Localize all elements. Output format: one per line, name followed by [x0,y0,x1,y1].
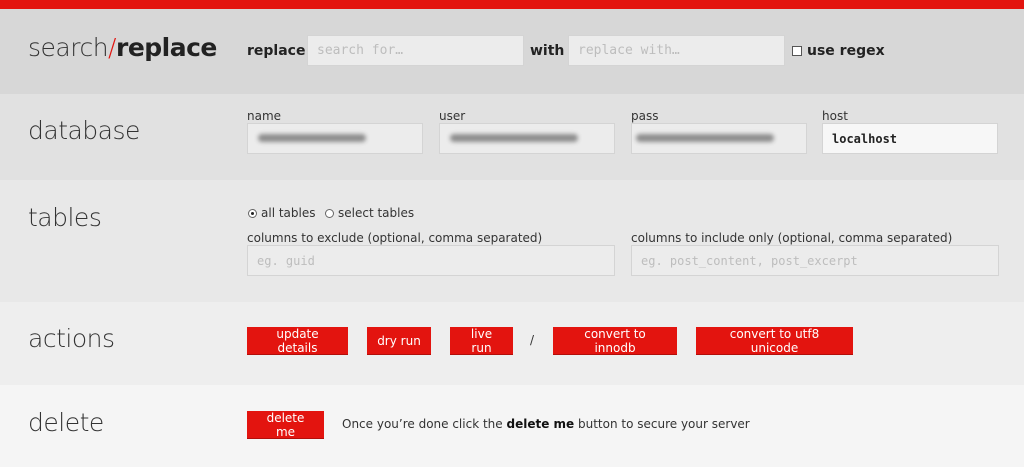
all-tables-label: all tables [261,206,316,220]
section-title-delete: delete [28,408,104,437]
db-pass-label: pass [631,109,659,123]
delete-me-button[interactable]: delete me [247,411,324,439]
update-details-button[interactable]: update details [247,327,348,355]
include-columns-input[interactable] [631,245,999,276]
select-tables-label: select tables [338,206,415,220]
search-for-input[interactable] [307,35,524,66]
delete-message-start: Once you’re done click the [342,417,507,431]
actions-section: actions update details dry run live run … [0,302,1024,385]
db-host-input[interactable] [822,123,998,154]
replace-with-input[interactable] [568,35,785,66]
section-title-tables: tables [28,203,102,232]
db-user-redacted [450,134,578,142]
search-replace-section: search/replace replace with use regex [0,9,1024,94]
live-run-button[interactable]: live run [450,327,513,355]
db-host-label: host [822,109,848,123]
section-title-actions: actions [28,324,115,353]
dry-run-button[interactable]: dry run [367,327,431,354]
title-slash: / [108,33,116,62]
exclude-columns-input[interactable] [247,245,615,276]
include-columns-label: columns to include only (optional, comma… [631,231,953,245]
title-search: search [28,33,109,62]
section-title-search-replace: search/replace [28,33,217,62]
convert-innodb-button[interactable]: convert to innodb [553,327,677,355]
database-section: database name user pass host [0,94,1024,180]
exclude-columns-label: columns to exclude (optional, comma sepa… [247,231,543,245]
use-regex-label: use regex [807,43,885,59]
db-user-label: user [439,109,466,123]
actions-separator: / [530,333,535,347]
tables-section: tables all tables select tables columns … [0,180,1024,302]
db-name-redacted [258,134,366,142]
section-title-database: database [28,116,140,145]
delete-message-bold: delete me [506,417,575,431]
with-label: with [530,43,565,59]
convert-utf8-button[interactable]: convert to utf8 unicode [696,327,853,355]
replace-label: replace [247,43,306,59]
select-tables-radio[interactable] [325,209,334,218]
db-pass-redacted [636,134,774,142]
db-name-label: name [247,109,282,123]
top-accent-bar [0,0,1024,9]
delete-message: Once you’re done click the delete me but… [342,417,750,431]
use-regex-checkbox[interactable] [792,46,802,56]
delete-section: delete delete me Once you’re done click … [0,385,1024,467]
delete-message-end: button to secure your server [574,417,750,431]
title-replace: replace [115,33,217,62]
all-tables-radio[interactable] [248,209,257,218]
